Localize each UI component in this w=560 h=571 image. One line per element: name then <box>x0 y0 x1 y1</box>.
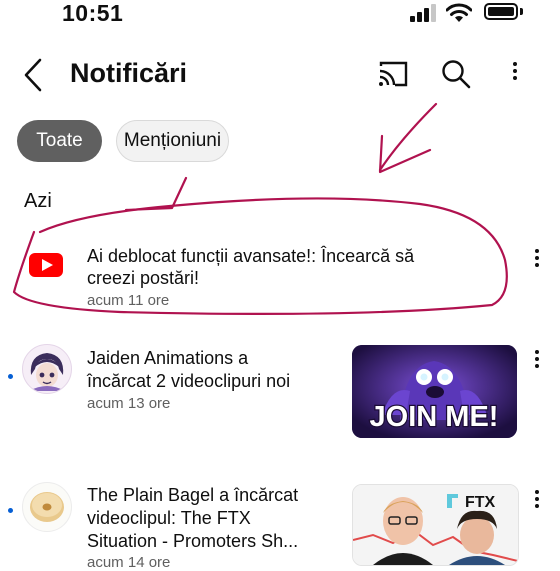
notification-text-line3[interactable]: Situation - Promoters Sh... <box>87 531 298 552</box>
wifi-icon <box>446 3 472 22</box>
unread-dot <box>8 508 13 513</box>
thumbnail-title-text: JOIN ME! <box>370 401 499 433</box>
page-title: Notificări <box>70 58 188 88</box>
channel-avatar-jaiden[interactable] <box>22 344 72 394</box>
notification-more-icon[interactable] <box>532 249 542 271</box>
status-time: 10:51 <box>62 0 124 26</box>
battery-tip <box>520 8 523 15</box>
notification-time: acum 14 ore <box>87 554 171 571</box>
filter-chip-mentions[interactable]: Menționiuni <box>116 120 229 162</box>
section-heading-today: Azi <box>24 190 52 212</box>
back-arrow-icon[interactable] <box>22 58 44 92</box>
youtube-logo-icon <box>29 253 63 277</box>
notification-more-icon[interactable] <box>532 350 542 372</box>
unread-dot <box>8 374 13 379</box>
search-icon[interactable] <box>441 59 471 89</box>
notification-text[interactable]: Ai deblocat funcții avansate!: Încearcă … <box>87 246 414 267</box>
annotation-arrow-shaft <box>378 102 438 172</box>
annotation-stroke-small <box>124 176 188 212</box>
more-options-icon[interactable] <box>510 62 520 84</box>
annotation-arrow-head <box>378 134 432 174</box>
notification-time: acum 11 ore <box>87 292 170 309</box>
thumbnail-logo-text: FTX <box>465 494 496 511</box>
battery-icon <box>484 3 518 20</box>
cellular-signal-icon <box>410 4 438 22</box>
notification-text[interactable]: Jaiden Animations a <box>87 348 248 369</box>
notification-time: acum 13 ore <box>87 395 171 412</box>
notification-more-icon[interactable] <box>532 490 542 512</box>
notification-text-line2[interactable]: încărcat 2 videoclipuri noi <box>87 371 290 392</box>
video-thumbnail-join-me[interactable]: JOIN ME! <box>352 345 517 438</box>
filter-chip-all[interactable]: Toate <box>17 120 102 162</box>
channel-avatar-plain-bagel[interactable] <box>22 482 72 532</box>
video-thumbnail-ftx[interactable]: FTX <box>352 484 519 566</box>
notification-text[interactable]: The Plain Bagel a încărcat <box>87 485 298 506</box>
notification-text-line2[interactable]: creezi postări! <box>87 268 199 289</box>
cast-icon[interactable] <box>377 60 409 88</box>
notification-text-line2[interactable]: videoclipul: The FTX <box>87 508 251 529</box>
